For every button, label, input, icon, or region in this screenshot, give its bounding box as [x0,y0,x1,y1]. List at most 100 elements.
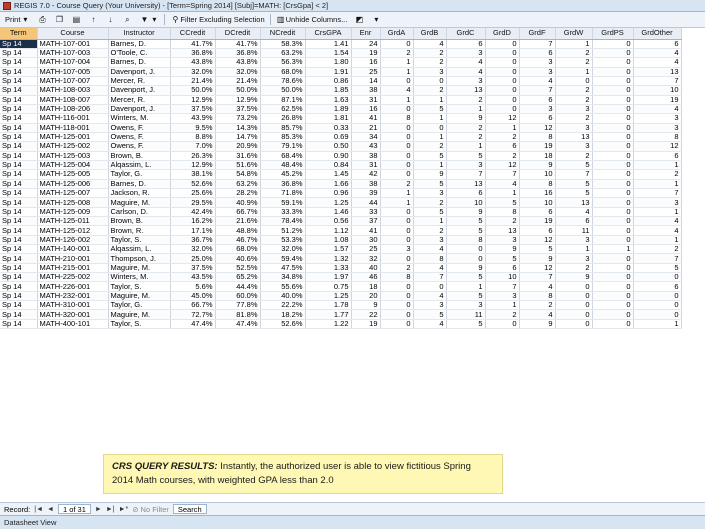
cell-grdw[interactable]: 0 [555,281,593,292]
cell-ccredit[interactable]: 12.9% [170,160,216,171]
cell-instructor[interactable]: Davenport, J. [108,85,171,96]
cell-grdps[interactable]: 0 [592,300,634,311]
cell-grdw[interactable]: 3 [555,123,593,133]
table-row[interactable]: Sp 14 MATH-108-003 Davenport, J. 50.0% 50.0%… [0,85,682,96]
cell-course[interactable]: MATH-225-002 [37,272,109,283]
cell-term[interactable]: Sp 14 [0,197,38,208]
cell-grdb[interactable]: 5 [413,104,447,115]
cell-ncredit[interactable]: 45.2% [260,169,306,180]
cell-crsgpa[interactable]: 1.25 [305,291,352,302]
cell-course[interactable]: MATH-107-007 [37,76,109,87]
cell-ncredit[interactable]: 33.3% [260,207,306,218]
cell-course[interactable]: MATH-126-002 [37,235,109,246]
cell-course[interactable]: MATH-140-001 [37,244,109,255]
cell-instructor[interactable]: Brown, B. [108,151,171,161]
cell-dcredit[interactable]: 48.8% [215,225,261,236]
cell-grdps[interactable]: 0 [592,225,634,236]
cell-grda[interactable]: 0 [380,235,414,246]
cell-grdps[interactable]: 0 [592,291,634,302]
record-position-field[interactable]: 1 of 31 [57,504,91,514]
cell-grdw[interactable]: 1 [555,244,593,255]
cell-grdps[interactable]: 0 [592,272,634,283]
cell-crsgpa[interactable]: 1.57 [305,244,352,255]
cell-instructor[interactable]: Brown, B. [108,216,171,227]
cell-grdps[interactable]: 0 [592,179,634,190]
cell-course[interactable]: MATH-125-003 [37,151,109,161]
column-header-ccredit[interactable]: CCredit [170,28,216,40]
cell-instructor[interactable]: Taylor, G. [108,169,171,180]
cell-enr[interactable]: 20 [351,291,381,302]
cell-dcredit[interactable]: 40.9% [215,197,261,208]
cell-grdf[interactable]: 2 [519,300,556,311]
cell-enr[interactable]: 18 [351,281,381,292]
cell-grdw[interactable]: 3 [555,253,593,264]
cell-crsgpa[interactable]: 1.91 [305,67,352,77]
cell-instructor[interactable]: Owens, F. [108,132,171,143]
cell-crsgpa[interactable]: 1.46 [305,207,352,218]
cell-grdc[interactable]: 9 [446,113,486,124]
cell-grdf[interactable]: 3 [519,67,556,77]
export-button[interactable]: ▤ [69,13,83,26]
cell-grdf[interactable]: 6 [519,113,556,124]
cell-grda[interactable]: 0 [380,225,414,236]
cell-instructor[interactable]: Mercer, R. [108,76,171,87]
cell-grdd[interactable]: 5 [485,253,520,264]
cell-term[interactable]: Sp 14 [0,179,38,190]
cell-grdf[interactable]: 4 [519,76,556,87]
cell-enr[interactable]: 31 [351,95,381,105]
column-header-enr[interactable]: Enr [351,28,381,40]
cell-grda[interactable]: 0 [380,39,414,49]
cell-grdother[interactable]: 2 [633,244,682,255]
cell-crsgpa[interactable]: 0.50 [305,141,352,152]
cell-ccredit[interactable]: 9.5% [170,123,216,133]
cell-enr[interactable]: 38 [351,85,381,96]
cell-grdd[interactable]: 0 [485,39,520,49]
search-input[interactable]: Search [172,504,207,514]
cell-course[interactable]: MATH-116-001 [37,113,109,124]
cell-ncredit[interactable]: 18.2% [260,309,306,320]
cell-grdb[interactable]: 2 [413,225,447,236]
cell-grdps[interactable]: 1 [592,244,634,255]
cell-grdps[interactable]: 0 [592,253,634,264]
cell-instructor[interactable]: Owens, F. [108,123,171,133]
cell-grda[interactable]: 1 [380,197,414,208]
cell-course[interactable]: MATH-125-001 [37,132,109,143]
cell-enr[interactable]: 39 [351,188,381,199]
cell-grdf[interactable]: 9 [519,319,556,330]
cell-dcredit[interactable]: 14.7% [215,132,261,143]
cell-grdc[interactable]: 1 [446,104,486,115]
cell-term[interactable]: Sp 14 [0,207,38,218]
cell-instructor[interactable]: Mercer, R. [108,95,171,105]
cell-course[interactable]: MATH-125-005 [37,169,109,180]
cell-grdf[interactable]: 7 [519,85,556,96]
cell-grdps[interactable]: 0 [592,309,634,320]
cell-grdps[interactable]: 0 [592,67,634,77]
column-header-grdb[interactable]: GrdB [413,28,447,40]
cell-instructor[interactable]: Carlson, D. [108,207,171,218]
cell-grdf[interactable]: 19 [519,141,556,152]
cell-dcredit[interactable]: 43.8% [215,57,261,68]
cell-course[interactable]: MATH-107-001 [37,39,109,49]
cell-ncredit[interactable]: 55.6% [260,281,306,292]
cell-grdother[interactable]: 4 [633,48,682,59]
cell-grdps[interactable]: 0 [592,216,634,227]
cell-grdc[interactable]: 4 [446,67,486,77]
cell-grda[interactable]: 0 [380,291,414,302]
cell-crsgpa[interactable]: 1.41 [305,39,352,49]
cell-instructor[interactable]: Taylor, S. [108,319,171,330]
cell-grdd[interactable]: 1 [485,123,520,133]
cell-grdother[interactable]: 0 [633,291,682,302]
cell-grdb[interactable]: 0 [413,76,447,87]
cell-ncredit[interactable]: 78.6% [260,76,306,87]
cell-ncredit[interactable]: 34.8% [260,272,306,283]
table-row[interactable]: Sp 14 MATH-118-001 Owens, F. 9.5% 14.3% 85.7%… [0,123,682,133]
more-button[interactable]: ▾ [369,13,383,26]
cell-grdw[interactable]: 0 [555,319,593,330]
cell-grda[interactable]: 0 [380,207,414,218]
cell-enr[interactable]: 34 [351,132,381,143]
cell-term[interactable]: Sp 14 [0,291,38,302]
cell-instructor[interactable]: Winters, M. [108,272,171,283]
cell-ncredit[interactable]: 85.7% [260,123,306,133]
cell-grdw[interactable]: 4 [555,207,593,218]
cell-enr[interactable]: 24 [351,39,381,49]
